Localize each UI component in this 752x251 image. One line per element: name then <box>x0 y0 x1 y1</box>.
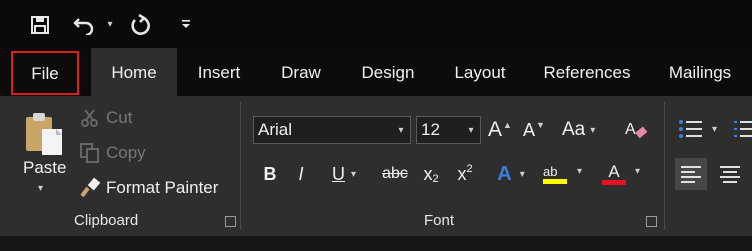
format-painter-label: Format Painter <box>106 178 219 197</box>
bold-button[interactable]: B <box>259 160 281 188</box>
font-name-select[interactable]: Arial ▾ <box>253 116 411 144</box>
clear-formatting-icon: A <box>625 121 648 139</box>
undo-icon[interactable] <box>72 13 96 37</box>
customize-qat-icon[interactable] <box>179 15 193 33</box>
strikethrough-label: abc <box>382 165 408 182</box>
font-color-button[interactable]: A <box>600 160 628 188</box>
scissors-icon <box>81 109 98 127</box>
font-color-label: A <box>608 162 620 181</box>
group-divider <box>240 102 241 230</box>
strikethrough-button[interactable]: abc <box>380 160 410 188</box>
underline-button[interactable]: U ▾ <box>324 160 364 188</box>
subscript-label: x <box>423 163 433 184</box>
save-icon[interactable] <box>28 13 52 37</box>
cut-button[interactable]: Cut <box>79 106 132 130</box>
copy-icon <box>80 143 99 163</box>
tab-file[interactable]: File <box>11 51 79 95</box>
text-effects-label: A <box>497 162 512 185</box>
chevron-down-icon: ▾ <box>398 124 404 136</box>
font-color-dropdown-icon[interactable]: ▾ <box>635 166 640 177</box>
group-divider <box>664 102 665 230</box>
italic-label: I <box>298 163 304 184</box>
align-center-icon <box>720 166 740 183</box>
numbering-icon <box>734 121 752 137</box>
grow-font-caret-icon: ▲ <box>503 120 512 130</box>
highlight-color-bar <box>543 178 567 184</box>
tab-draw[interactable]: Draw <box>270 48 332 96</box>
tab-home[interactable]: Home <box>91 48 177 96</box>
tab-layout[interactable]: Layout <box>444 48 516 96</box>
highlight-dropdown-icon[interactable]: ▾ <box>577 166 582 177</box>
cut-label: Cut <box>106 108 133 127</box>
font-size-value: 12 <box>421 120 440 139</box>
subscript-button[interactable]: x 2 <box>418 160 444 188</box>
italic-button[interactable]: I <box>290 160 312 188</box>
font-size-select[interactable]: 12 ▾ <box>416 116 481 144</box>
align-left-icon <box>681 166 701 183</box>
shrink-font-label: A <box>523 119 536 140</box>
underline-label: U <box>331 163 345 184</box>
chevron-down-icon: ▾ <box>590 124 596 136</box>
superscript-label: x <box>457 163 467 184</box>
numbering-button[interactable] <box>734 116 752 142</box>
bullets-icon <box>679 120 702 138</box>
clipboard-group-label: Clipboard <box>74 212 139 229</box>
text-effects-button[interactable]: A ▾ <box>490 160 532 188</box>
undo-dropdown-icon[interactable]: ▾ <box>103 17 117 31</box>
chevron-down-icon: ▾ <box>468 124 474 136</box>
change-case-label: Aa <box>562 119 586 140</box>
grow-font-label: A <box>488 118 503 141</box>
align-center-button[interactable] <box>714 158 746 190</box>
align-left-button[interactable] <box>675 158 707 190</box>
svg-text:A: A <box>625 121 636 138</box>
highlight-label: ab <box>543 163 558 179</box>
font-color-bar <box>602 180 626 185</box>
font-launcher-icon[interactable] <box>646 216 657 227</box>
grow-font-button[interactable]: A ▲ <box>488 116 512 144</box>
brush-icon <box>80 177 101 198</box>
change-case-button[interactable]: Aa ▾ <box>562 116 595 144</box>
quick-access-toolbar: ▾ <box>0 0 752 48</box>
font-name-value: Arial <box>258 120 293 139</box>
tab-mailings[interactable]: Mailings <box>658 48 742 96</box>
superscript-digit: 2 <box>466 163 473 175</box>
paste-button[interactable]: Paste <box>23 158 66 178</box>
ribbon-tabs: File Home Insert Draw Design Layout Refe… <box>0 48 752 96</box>
shrink-font-caret-icon: ▼ <box>536 120 545 130</box>
shrink-font-button[interactable]: A ▼ <box>523 116 545 144</box>
clipboard-launcher-icon[interactable] <box>225 216 236 227</box>
document-area-edge <box>0 236 752 251</box>
redo-icon[interactable] <box>128 12 154 38</box>
copy-button[interactable]: Copy <box>79 141 146 165</box>
paste-icon[interactable] <box>22 110 68 158</box>
chevron-down-icon: ▾ <box>519 168 525 180</box>
subscript-digit: 2 <box>432 173 439 185</box>
format-painter-button[interactable]: Format Painter <box>79 176 218 200</box>
chevron-down-icon: ▾ <box>350 168 357 180</box>
chevron-down-icon[interactable]: ▾ <box>712 124 717 135</box>
bullets-button[interactable]: ▾ <box>678 116 717 142</box>
font-group-label: Font <box>424 212 455 229</box>
ribbon-panel: Paste ▾ Cut Copy Format Painter Clipboar… <box>0 96 752 236</box>
bold-label: B <box>263 163 277 184</box>
clear-formatting-button[interactable]: A <box>624 118 648 142</box>
paste-dropdown-icon[interactable]: ▾ <box>38 183 43 194</box>
superscript-button[interactable]: x 2 <box>452 160 478 188</box>
copy-label: Copy <box>106 143 146 162</box>
tab-references[interactable]: References <box>536 48 638 96</box>
tab-insert[interactable]: Insert <box>186 48 252 96</box>
tab-design[interactable]: Design <box>350 48 426 96</box>
